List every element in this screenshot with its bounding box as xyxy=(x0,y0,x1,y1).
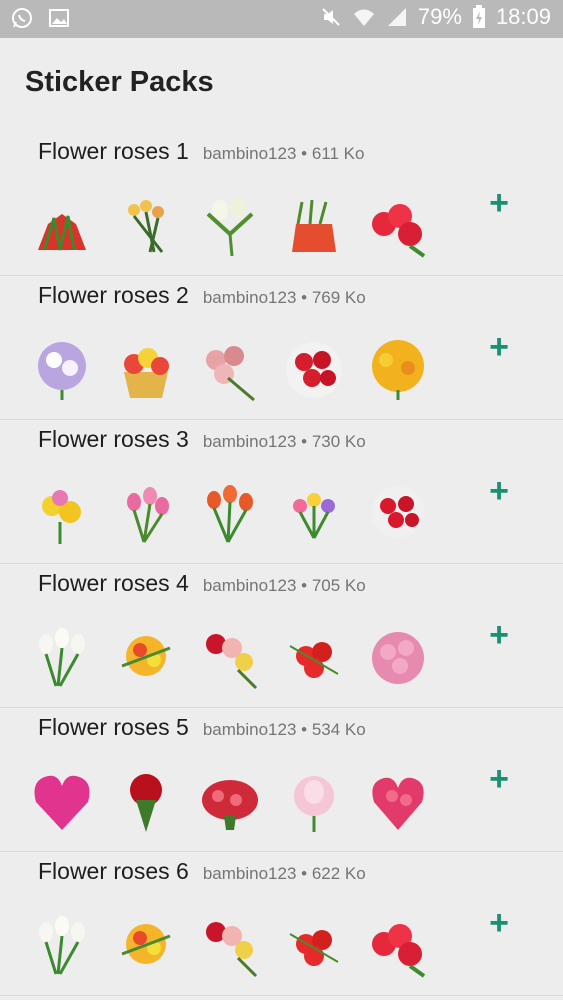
pack-name: Flower roses 4 xyxy=(38,570,189,596)
add-pack-button[interactable]: + xyxy=(483,762,515,796)
sticker-thumbnail xyxy=(282,338,346,402)
pack-meta: bambino123 • 769 Ko xyxy=(202,288,366,307)
sticker-thumbnail xyxy=(198,194,262,258)
sticker-thumbnail xyxy=(366,914,430,978)
sticker-thumbnail xyxy=(366,626,430,690)
battery-percent: 79% xyxy=(417,4,462,29)
sticker-thumbnail xyxy=(198,338,262,402)
sticker-thumbnail xyxy=(198,482,262,546)
add-pack-button[interactable]: + xyxy=(483,186,515,220)
sticker-pack[interactable]: Flower roses 5 bambino123 • 534 Ko + xyxy=(0,708,563,852)
sticker-thumbnail xyxy=(198,626,262,690)
sticker-thumbnail xyxy=(30,914,94,978)
sticker-pack[interactable]: Flower roses 1 bambino123 • 611 Ko + xyxy=(0,132,563,276)
sticker-pack[interactable]: Flower roses 2 bambino123 • 769 Ko + xyxy=(0,276,563,420)
image-icon xyxy=(48,7,70,29)
sticker-pack[interactable]: Flower roses 6 bambino123 • 622 Ko + xyxy=(0,852,563,996)
pack-meta: bambino123 • 534 Ko xyxy=(202,720,366,739)
signal-icon xyxy=(386,6,408,28)
sticker-thumbnail xyxy=(114,626,178,690)
sticker-thumbnail xyxy=(30,338,94,402)
pack-meta: bambino123 • 611 Ko xyxy=(202,144,365,163)
sticker-thumbnail xyxy=(30,626,94,690)
sticker-thumbnail xyxy=(198,914,262,978)
sticker-thumbnail xyxy=(198,770,262,834)
pack-name: Flower roses 2 xyxy=(38,282,189,308)
sticker-thumbnail xyxy=(282,770,346,834)
sticker-thumbnail xyxy=(114,914,178,978)
sticker-thumbnail xyxy=(114,482,178,546)
pack-name: Flower roses 6 xyxy=(38,858,189,884)
clock: 18:09 xyxy=(495,4,551,29)
add-pack-button[interactable]: + xyxy=(483,330,515,364)
pack-meta: bambino123 • 622 Ko xyxy=(202,864,366,883)
sticker-pack[interactable]: Flower roses 3 bambino123 • 730 Ko + xyxy=(0,420,563,564)
add-pack-button[interactable]: + xyxy=(483,906,515,940)
pack-meta: bambino123 • 730 Ko xyxy=(202,432,366,451)
sticker-thumbnail xyxy=(30,770,94,834)
sticker-thumbnail xyxy=(114,770,178,834)
sticker-thumbnail xyxy=(30,194,94,258)
battery-icon xyxy=(472,5,486,29)
pack-name: Flower roses 3 xyxy=(38,426,189,452)
whatsapp-icon xyxy=(10,6,34,30)
pack-meta: bambino123 • 705 Ko xyxy=(202,576,366,595)
wifi-icon xyxy=(352,6,376,28)
sticker-thumbnail xyxy=(282,482,346,546)
add-pack-button[interactable]: + xyxy=(483,618,515,652)
sticker-pack[interactable]: Flower roses 4 bambino123 • 705 Ko + xyxy=(0,564,563,708)
sticker-thumbnail xyxy=(114,338,178,402)
sticker-thumbnail xyxy=(114,194,178,258)
sticker-thumbnail xyxy=(366,482,430,546)
add-pack-button[interactable]: + xyxy=(483,474,515,508)
pack-name: Flower roses 5 xyxy=(38,714,189,740)
sticker-thumbnail xyxy=(30,482,94,546)
pack-name: Flower roses 1 xyxy=(38,138,189,164)
page-title: Sticker Packs xyxy=(25,66,214,98)
sticker-thumbnail xyxy=(282,914,346,978)
status-bar: 79% 18:09 xyxy=(0,0,563,38)
mute-icon xyxy=(320,6,342,28)
sticker-thumbnail xyxy=(282,626,346,690)
sticker-thumbnail xyxy=(366,338,430,402)
sticker-thumbnail xyxy=(282,194,346,258)
sticker-thumbnail xyxy=(366,194,430,258)
sticker-thumbnail xyxy=(366,770,430,834)
